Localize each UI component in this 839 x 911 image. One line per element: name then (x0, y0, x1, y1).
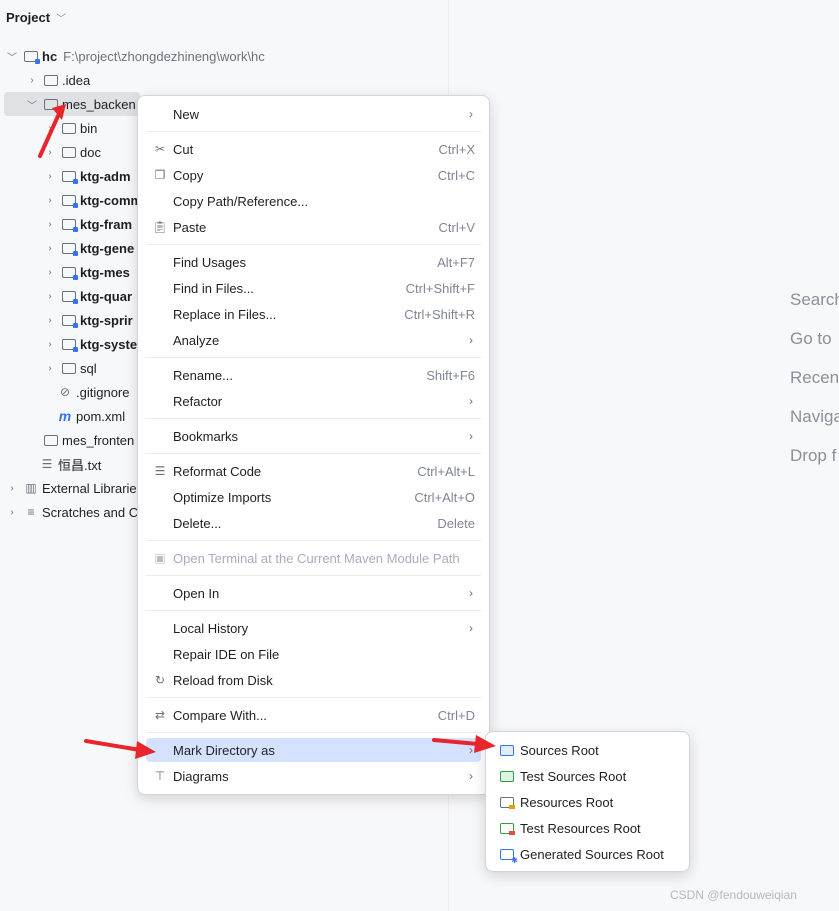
annotation-arrows (38, 104, 496, 759)
annotation-arrow (432, 735, 496, 753)
watermark: CSDN @fendouweiqian (670, 888, 797, 902)
annotation-arrow (84, 739, 156, 759)
annotation-arrow (38, 104, 66, 158)
